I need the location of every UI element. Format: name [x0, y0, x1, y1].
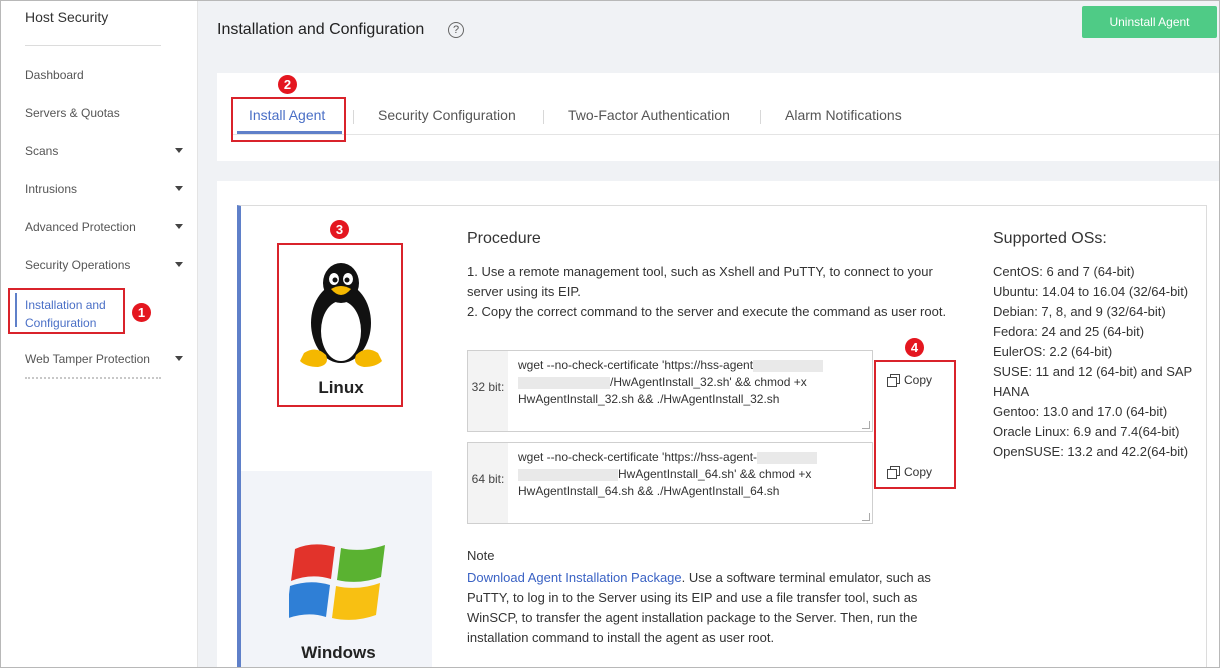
tabs-panel: Install Agent Security Configuration Two… — [217, 73, 1219, 161]
tab-separator — [353, 110, 354, 124]
annotation-box-1 — [8, 288, 125, 334]
redacted-text — [518, 376, 610, 389]
tab-separator — [760, 110, 761, 124]
page-title: Installation and Configuration — [217, 21, 425, 38]
redacted-text — [518, 468, 618, 481]
annotation-box-3 — [277, 243, 403, 407]
annotation-box-2 — [231, 97, 346, 142]
supported-os-item: Oracle Linux: 6.9 and 7.4(64-bit) — [993, 424, 1180, 439]
note-text: Download Agent Installation Package. Use… — [467, 570, 931, 645]
sidebar-item-servers-quotas[interactable]: Servers & Quotas — [25, 106, 185, 120]
tab-separator — [543, 110, 544, 124]
annotation-badge-4: 4 — [905, 338, 924, 357]
chevron-down-icon — [175, 356, 183, 361]
supported-os-item: Gentoo: 13.0 and 17.0 (64-bit) — [993, 404, 1168, 419]
sidebar-item-dashboard[interactable]: Dashboard — [25, 68, 185, 82]
supported-os-item: Fedora: 24 and 25 (64-bit) — [993, 324, 1145, 339]
note-title: Note — [467, 548, 495, 563]
sidebar-title: Host Security — [25, 9, 109, 25]
annotation-badge-2: 2 — [278, 75, 297, 94]
command-bit-label: 64 bit: — [468, 443, 508, 523]
tab-alarm-notifications[interactable]: Alarm Notifications — [785, 107, 902, 123]
command-64bit-text: wget --no-check-certificate 'https://hss… — [518, 449, 864, 500]
resize-handle-icon[interactable] — [862, 421, 870, 429]
os-label-windows: Windows — [301, 643, 376, 662]
help-icon[interactable]: ? — [448, 22, 464, 38]
os-option-windows[interactable]: Windows — [241, 471, 432, 667]
sidebar-item-security-operations[interactable]: Security Operations — [25, 258, 185, 272]
sidebar-item-label: Advanced Protection — [25, 220, 136, 234]
redacted-text — [753, 359, 824, 372]
sidebar-dotted-divider — [25, 377, 161, 379]
chevron-down-icon — [175, 148, 183, 153]
sidebar-divider — [25, 45, 161, 46]
procedure-steps: 1. Use a remote management tool, such as… — [467, 262, 972, 322]
sidebar-item-advanced-protection[interactable]: Advanced Protection — [25, 220, 185, 234]
procedure-step-2: 2. Copy the correct command to the serve… — [467, 304, 947, 319]
command-64bit-textarea[interactable]: 64 bit: wget --no-check-certificate 'htt… — [467, 442, 873, 524]
procedure-step-1: 1. Use a remote management tool, such as… — [467, 264, 933, 299]
redacted-text — [757, 451, 818, 464]
supported-os-item: Ubuntu: 14.04 to 16.04 (32/64-bit) — [993, 284, 1189, 299]
app-window: Host Security Dashboard Servers & Quotas… — [0, 0, 1220, 668]
sidebar-item-label: Security Operations — [25, 258, 131, 272]
sidebar: Host Security Dashboard Servers & Quotas… — [1, 1, 198, 667]
download-package-link[interactable]: Download Agent Installation Package — [467, 570, 682, 585]
tabs-baseline — [233, 134, 1219, 135]
resize-handle-icon[interactable] — [862, 513, 870, 521]
chevron-down-icon — [175, 224, 183, 229]
sidebar-item-web-tamper-protection[interactable]: Web Tamper Protection — [25, 352, 185, 366]
uninstall-agent-button[interactable]: Uninstall Agent — [1082, 6, 1217, 38]
sidebar-item-label: Servers & Quotas — [25, 106, 120, 120]
sidebar-item-label: Dashboard — [25, 68, 84, 82]
supported-os-item: OpenSUSE: 13.2 and 42.2(64-bit) — [993, 444, 1189, 459]
tab-security-configuration[interactable]: Security Configuration — [378, 107, 516, 123]
procedure-title: Procedure — [467, 230, 541, 247]
sidebar-item-label: Scans — [25, 144, 59, 158]
annotation-badge-3: 3 — [330, 220, 349, 239]
supported-os-list: CentOS: 6 and 7 (64-bit) Ubuntu: 14.04 t… — [993, 262, 1198, 462]
supported-os-item: EulerOS: 2.2 (64-bit) — [993, 344, 1113, 359]
sidebar-item-scans[interactable]: Scans — [25, 144, 185, 158]
command-32bit-textarea[interactable]: 32 bit: wget --no-check-certificate 'htt… — [467, 350, 873, 432]
sidebar-item-label: Web Tamper Protection — [25, 352, 150, 366]
supported-os-item: Debian: 7, 8, and 9 (32/64-bit) — [993, 304, 1166, 319]
command-bit-label: 32 bit: — [468, 351, 508, 431]
chevron-down-icon — [175, 262, 183, 267]
supported-os-title: Supported OSs: — [993, 230, 1107, 247]
supported-os-item: CentOS: 6 and 7 (64-bit) — [993, 264, 1135, 279]
chevron-down-icon — [175, 186, 183, 191]
windows-logo-icon — [289, 544, 385, 620]
sidebar-item-intrusions[interactable]: Intrusions — [25, 182, 185, 196]
command-32bit-text: wget --no-check-certificate 'https://hss… — [518, 357, 864, 408]
sidebar-item-label: Intrusions — [25, 182, 78, 196]
supported-os-item: SUSE: 11 and 12 (64-bit) and SAP HANA — [993, 364, 1192, 399]
tab-two-factor-authentication[interactable]: Two-Factor Authentication — [568, 107, 730, 123]
annotation-box-4 — [874, 360, 956, 489]
annotation-badge-1: 1 — [132, 303, 151, 322]
